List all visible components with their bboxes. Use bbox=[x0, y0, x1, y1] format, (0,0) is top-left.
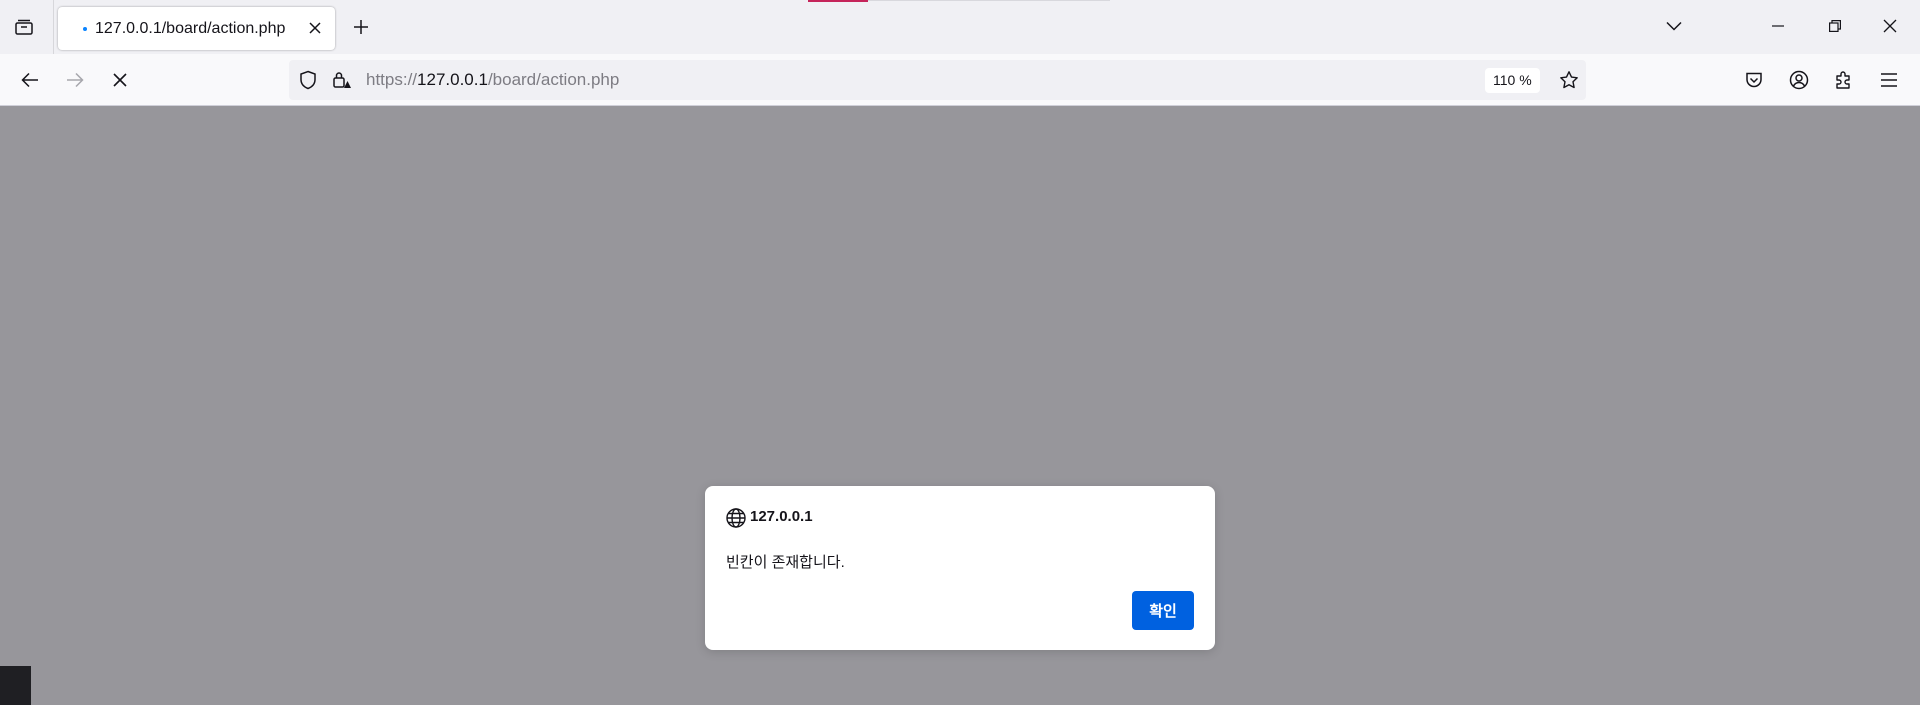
stop-button[interactable] bbox=[102, 62, 138, 98]
close-icon bbox=[1883, 19, 1897, 33]
url-bar[interactable]: https://127.0.0.1/board/action.php 110 % bbox=[289, 60, 1586, 100]
new-tab-button[interactable] bbox=[344, 11, 378, 43]
loading-track bbox=[868, 0, 1110, 1]
restore-button[interactable] bbox=[1815, 8, 1855, 44]
minimize-button[interactable] bbox=[1758, 8, 1798, 44]
navigation-toolbar: https://127.0.0.1/board/action.php 110 % bbox=[0, 54, 1920, 106]
list-all-tabs-button[interactable] bbox=[1654, 8, 1694, 44]
tab-strip: 127.0.0.1/board/action.php bbox=[0, 0, 1920, 54]
minimize-icon bbox=[1772, 25, 1784, 27]
dialog-ok-button[interactable]: 확인 bbox=[1132, 591, 1194, 630]
tab-list-icon bbox=[15, 19, 33, 35]
corner-widget bbox=[0, 666, 31, 705]
forward-arrow-icon bbox=[67, 72, 84, 88]
tab-separator bbox=[53, 0, 54, 54]
tab-title: 127.0.0.1/board/action.php bbox=[95, 20, 286, 37]
tracking-protection-button[interactable] bbox=[297, 69, 319, 91]
account-button[interactable] bbox=[1781, 62, 1817, 98]
puzzle-icon bbox=[1836, 71, 1850, 89]
plus-icon bbox=[354, 20, 368, 34]
stop-icon bbox=[113, 73, 127, 87]
pocket-button[interactable] bbox=[1736, 62, 1772, 98]
dialog-origin: 127.0.0.1 bbox=[750, 508, 813, 525]
globe-icon bbox=[726, 508, 746, 528]
tab-close-button[interactable] bbox=[304, 17, 326, 39]
chevron-down-icon bbox=[1666, 21, 1682, 31]
tab-active[interactable]: 127.0.0.1/board/action.php bbox=[58, 7, 335, 50]
lock-warning-icon bbox=[333, 72, 351, 88]
back-button[interactable] bbox=[12, 62, 48, 98]
back-arrow-icon bbox=[21, 72, 38, 88]
star-icon bbox=[1560, 71, 1578, 89]
close-window-button[interactable] bbox=[1870, 8, 1910, 44]
extensions-button[interactable] bbox=[1826, 62, 1862, 98]
loading-indicator bbox=[808, 0, 868, 2]
bookmark-button[interactable] bbox=[1557, 68, 1581, 92]
tab-list-button[interactable] bbox=[8, 11, 40, 43]
app-menu-button[interactable] bbox=[1871, 62, 1907, 98]
hamburger-menu-icon bbox=[1881, 73, 1897, 87]
url-text[interactable]: https://127.0.0.1/board/action.php bbox=[366, 70, 619, 90]
url-scheme: https:// bbox=[366, 70, 418, 89]
shield-icon bbox=[300, 70, 316, 90]
dialog-message: 빈칸이 존재합니다. bbox=[726, 554, 845, 571]
loading-dot-icon bbox=[83, 27, 87, 31]
site-info-button[interactable] bbox=[331, 69, 353, 91]
restore-icon bbox=[1829, 20, 1841, 32]
url-path: /board/action.php bbox=[487, 70, 620, 89]
account-icon bbox=[1789, 70, 1809, 90]
pocket-icon bbox=[1746, 72, 1762, 88]
alert-dialog: 127.0.0.1 빈칸이 존재합니다. 확인 bbox=[705, 486, 1215, 650]
close-icon bbox=[309, 22, 321, 34]
forward-button[interactable] bbox=[57, 62, 93, 98]
url-host: 127.0.0.1 bbox=[417, 70, 488, 89]
zoom-reset-button[interactable]: 110 % bbox=[1485, 68, 1540, 93]
